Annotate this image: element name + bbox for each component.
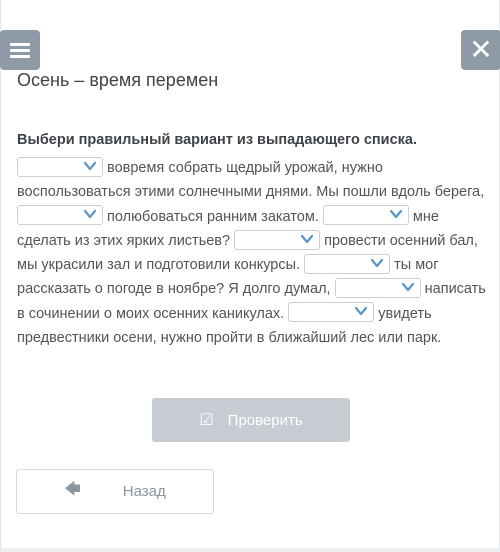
close-button[interactable]: ✕ — [461, 30, 500, 70]
dropdown-7[interactable] — [288, 302, 375, 323]
dropdown-1[interactable] — [17, 156, 103, 177]
chevron-down-icon — [389, 210, 402, 219]
back-button-label: Назад — [122, 483, 166, 500]
chevron-down-icon — [301, 234, 314, 243]
close-icon: ✕ — [469, 34, 493, 65]
arrow-left-icon: 🡄 — [64, 481, 81, 498]
chevron-down-icon — [83, 210, 97, 219]
dropdown-4[interactable] — [234, 229, 321, 250]
dropdown-3[interactable] — [322, 205, 409, 226]
back-button[interactable]: 🡄 Назад — [16, 469, 214, 514]
dropdown-6[interactable] — [334, 278, 421, 299]
chevron-down-icon — [83, 161, 97, 170]
chevron-down-icon — [401, 283, 414, 292]
checkbox-check-icon: ☑ — [199, 412, 214, 429]
dropdown-2[interactable] — [17, 205, 103, 226]
hamburger-icon — [10, 40, 30, 61]
check-button-label: Проверить — [227, 411, 303, 429]
dropdown-5[interactable] — [304, 253, 391, 274]
page-title: Осень – время перемен — [17, 70, 219, 90]
chevron-down-icon — [370, 258, 384, 267]
chevron-down-icon — [355, 307, 368, 316]
menu-button[interactable] — [0, 30, 40, 70]
check-button[interactable]: ☑ Проверить — [152, 398, 350, 442]
passage: вовремя собрать щедрый урожай, нужно вос… — [17, 156, 487, 350]
task-instruction: Выбери правильный вариант из выпадающего… — [17, 132, 418, 148]
passage-text-2: полюбоваться ранним закатом. — [107, 208, 319, 225]
